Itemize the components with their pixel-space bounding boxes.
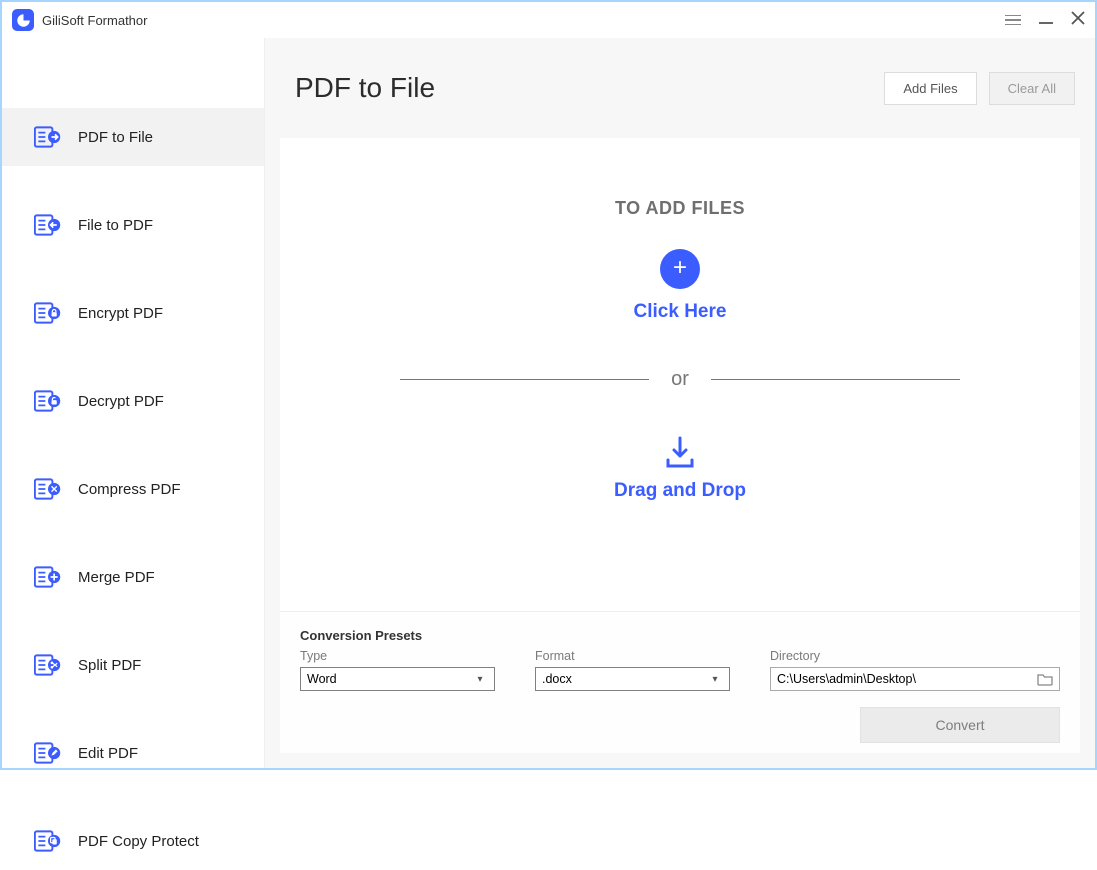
sidebar-item-pdf-to-file[interactable]: PDF to File [2, 108, 264, 166]
or-divider: or [400, 368, 960, 391]
chevron-down-icon: ▾ [707, 674, 723, 685]
presets-title: Conversion Presets [300, 628, 1060, 643]
folder-icon[interactable] [1037, 672, 1053, 686]
type-label: Type [300, 649, 495, 663]
main-header: PDF to File Add Files Clear All [265, 38, 1095, 138]
type-value: Word [307, 672, 337, 686]
app-title: GiliSoft Formathor [42, 13, 147, 28]
convert-button[interactable]: Convert [860, 707, 1060, 743]
sidebar-item-label: PDF to File [78, 129, 153, 146]
type-select[interactable]: Word ▾ [300, 667, 495, 691]
directory-value: C:\Users\admin\Desktop\ [777, 672, 916, 686]
file-to-pdf-icon [34, 212, 62, 238]
sidebar-item-label: Decrypt PDF [78, 393, 164, 410]
compress-pdf-icon [34, 476, 62, 502]
close-button[interactable] [1071, 11, 1085, 29]
main-area: PDF to File Add Files Clear All TO ADD F… [265, 38, 1095, 768]
sidebar-item-file-to-pdf[interactable]: File to PDF [2, 196, 264, 254]
drop-zone[interactable]: TO ADD FILES + Click Here or Drag and Dr… [280, 138, 1080, 611]
chevron-down-icon: ▾ [472, 674, 488, 685]
sidebar: PDF to File File to PDF Encrypt PDF Decr… [2, 38, 265, 768]
format-value: .docx [542, 672, 572, 686]
format-select[interactable]: .docx ▾ [535, 667, 730, 691]
conversion-presets: Conversion Presets Type Word ▾ Format .d… [280, 611, 1080, 753]
or-label: or [671, 368, 689, 391]
copy-protect-icon [34, 828, 62, 854]
sidebar-item-label: Compress PDF [78, 481, 181, 498]
decrypt-pdf-icon [34, 388, 62, 414]
sidebar-item-merge-pdf[interactable]: Merge PDF [2, 548, 264, 606]
split-pdf-icon [34, 652, 62, 678]
format-label: Format [535, 649, 730, 663]
sidebar-item-label: Merge PDF [78, 569, 155, 586]
sidebar-item-split-pdf[interactable]: Split PDF [2, 636, 264, 694]
app-logo-icon [12, 9, 34, 31]
sidebar-item-label: Edit PDF [78, 745, 138, 762]
add-files-plus-icon[interactable]: + [660, 249, 700, 289]
sidebar-item-pdf-copy-protect[interactable]: PDF Copy Protect [2, 812, 264, 870]
encrypt-pdf-icon [34, 300, 62, 326]
minimize-button[interactable] [1039, 19, 1053, 21]
click-here-label[interactable]: Click Here [634, 301, 727, 323]
page-title: PDF to File [295, 72, 435, 104]
dropzone-heading: TO ADD FILES [615, 198, 745, 219]
edit-pdf-icon [34, 740, 62, 766]
directory-field[interactable]: C:\Users\admin\Desktop\ [770, 667, 1060, 691]
title-bar: GiliSoft Formathor [2, 2, 1095, 38]
add-files-button[interactable]: Add Files [884, 72, 976, 105]
sidebar-item-edit-pdf[interactable]: Edit PDF [2, 724, 264, 782]
directory-label: Directory [770, 649, 1060, 663]
sidebar-item-label: PDF Copy Protect [78, 833, 199, 850]
sidebar-item-decrypt-pdf[interactable]: Decrypt PDF [2, 372, 264, 430]
download-icon [660, 436, 700, 470]
clear-all-button[interactable]: Clear All [989, 72, 1075, 105]
sidebar-item-encrypt-pdf[interactable]: Encrypt PDF [2, 284, 264, 342]
pdf-to-file-icon [34, 124, 62, 150]
sidebar-item-label: Encrypt PDF [78, 305, 163, 322]
drag-and-drop-label: Drag and Drop [614, 480, 746, 502]
hamburger-icon[interactable] [1005, 15, 1021, 26]
sidebar-item-label: File to PDF [78, 217, 153, 234]
sidebar-item-compress-pdf[interactable]: Compress PDF [2, 460, 264, 518]
content-panel: TO ADD FILES + Click Here or Drag and Dr… [280, 138, 1080, 753]
sidebar-item-label: Split PDF [78, 657, 141, 674]
merge-pdf-icon [34, 564, 62, 590]
